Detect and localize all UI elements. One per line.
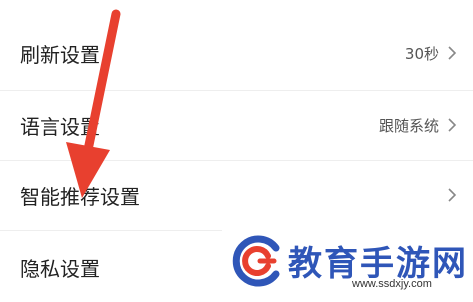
settings-row-language[interactable]: 语言设置 跟随系统 (0, 90, 473, 160)
settings-row-value: 30秒 (404, 44, 439, 63)
watermark-url: www.ssdxjy.com (352, 278, 432, 290)
chevron-right-icon (448, 46, 457, 60)
settings-row-label: 刷新设置 (20, 42, 100, 67)
chevron-right-icon (448, 188, 457, 202)
settings-row-label: 智能推荐设置 (20, 184, 140, 209)
watermark: 教育手游网 www.ssdxjy.com (222, 228, 473, 295)
settings-row-smart-recommend[interactable]: 智能推荐设置 (0, 160, 473, 230)
settings-row-refresh[interactable]: 刷新设置 30秒 (0, 18, 473, 88)
watermark-logo-icon (232, 235, 280, 287)
chevron-right-icon (448, 118, 457, 132)
settings-row-label: 语言设置 (20, 114, 100, 139)
settings-row-value: 跟随系统 (378, 116, 439, 135)
